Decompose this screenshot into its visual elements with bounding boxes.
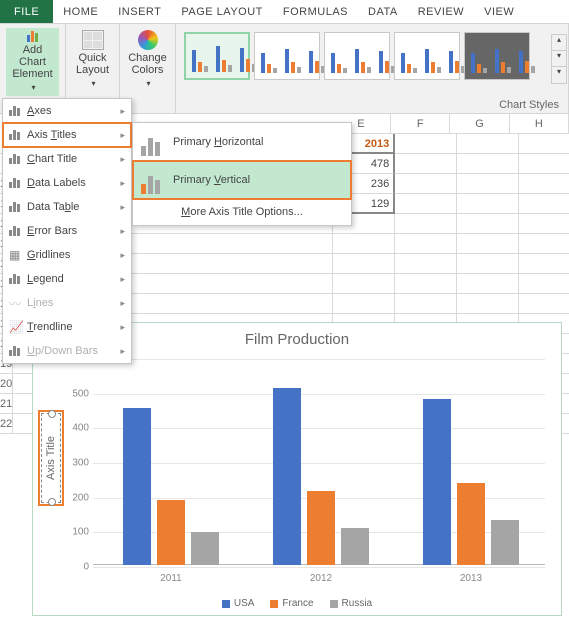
change-colors-button[interactable]: Change Colors ▾ — [124, 28, 171, 92]
submenu-primary-vertical[interactable]: Primary Vertical — [133, 161, 351, 199]
legend-item-France[interactable]: France — [270, 598, 313, 609]
legend-item-USA[interactable]: USA — [222, 598, 255, 609]
y-tick: 300 — [63, 458, 89, 469]
colors-icon — [138, 30, 158, 50]
quick-layout-button[interactable]: Quick Layout ▾ — [72, 28, 113, 92]
bar-France-2013[interactable] — [457, 483, 485, 565]
menu-axes[interactable]: Axes▸ — [3, 99, 131, 123]
file-tab[interactable]: FILE — [0, 0, 53, 23]
bar-France-2011[interactable] — [157, 500, 185, 565]
tab-view[interactable]: VIEW — [474, 0, 524, 23]
chart-style-5[interactable] — [464, 32, 530, 80]
menu-legend[interactable]: Legend▸ — [3, 267, 131, 291]
chart-style-gallery[interactable] — [180, 28, 534, 84]
menu-data-table[interactable]: Data Table▸ — [3, 195, 131, 219]
vertical-axis-title[interactable]: Axis Title — [41, 413, 61, 503]
gallery-down-button[interactable]: ▾ — [552, 51, 566, 67]
tab-insert[interactable]: INSERT — [108, 0, 171, 23]
bar-Russia-2013[interactable] — [491, 520, 519, 565]
chevron-down-icon: ▾ — [31, 82, 35, 94]
tab-data[interactable]: DATA — [358, 0, 408, 23]
menu-axis-titles[interactable]: Axis Titles▸ — [3, 123, 131, 147]
chart-legend[interactable]: USA France Russia — [33, 598, 561, 609]
x-category: 2011 — [160, 573, 182, 584]
add-chart-element-button[interactable]: Add Chart Element ▾ — [6, 28, 59, 96]
bar-USA-2011[interactable] — [123, 408, 151, 565]
chart-object[interactable]: Film Production Axis Title 0100200300400… — [32, 322, 562, 616]
menu-gridlines[interactable]: ▦Gridlines▸ — [3, 243, 131, 267]
chart-style-2[interactable] — [254, 32, 320, 80]
legend-item-Russia[interactable]: Russia — [330, 598, 373, 609]
chart-plot-area[interactable]: 0100200300400500600201120122013 — [93, 359, 545, 565]
submenu-primary-horizontal[interactable]: Primary Horizontal — [133, 123, 351, 161]
bar-USA-2012[interactable] — [273, 388, 301, 565]
tab-page-layout[interactable]: PAGE LAYOUT — [171, 0, 273, 23]
x-category: 2012 — [310, 573, 332, 584]
col-header-g[interactable]: G — [450, 114, 509, 134]
axis-titles-submenu: Primary Horizontal Primary Vertical More… — [132, 122, 352, 226]
bar-Russia-2011[interactable] — [191, 532, 219, 565]
chart-style-4[interactable] — [394, 32, 460, 80]
row-header-20[interactable]: 20 — [0, 374, 13, 394]
chart-style-3[interactable] — [324, 32, 390, 80]
x-category: 2013 — [460, 573, 482, 584]
bar-Russia-2012[interactable] — [341, 528, 369, 565]
col-header-f[interactable]: F — [391, 114, 450, 134]
chart-styles-group-label: Chart Styles — [499, 99, 559, 111]
y-tick: 100 — [63, 527, 89, 538]
chart-style-1[interactable] — [184, 32, 250, 80]
horizontal-axis-icon — [139, 128, 173, 156]
row-header-21[interactable]: 21 — [0, 394, 13, 414]
menu-lines: 〰Lines▸ — [3, 291, 131, 315]
y-tick: 0 — [63, 562, 89, 573]
tab-home[interactable]: HOME — [53, 0, 108, 23]
col-header-h[interactable]: H — [510, 114, 569, 134]
menu-trendline[interactable]: 📈Trendline▸ — [3, 315, 131, 339]
vertical-axis-icon — [139, 166, 173, 194]
menu-updown-bars: Up/Down Bars▸ — [3, 339, 131, 363]
submenu-more-options[interactable]: More Axis Title Options... — [133, 199, 351, 225]
chart-element-icon — [27, 30, 38, 42]
layout-icon — [82, 30, 104, 50]
y-tick: 500 — [63, 388, 89, 399]
bar-France-2012[interactable] — [307, 491, 335, 565]
tab-formulas[interactable]: FORMULAS — [273, 0, 358, 23]
add-chart-element-menu: Axes▸ Axis Titles▸ Chart Title▸ Data Lab… — [2, 98, 132, 364]
ribbon-tabs-bar: FILE HOME INSERT PAGE LAYOUT FORMULAS DA… — [0, 0, 569, 24]
gallery-up-button[interactable]: ▴ — [552, 35, 566, 51]
row-header-22[interactable]: 22 — [0, 414, 13, 434]
tab-review[interactable]: REVIEW — [408, 0, 474, 23]
bar-USA-2013[interactable] — [423, 399, 451, 565]
menu-data-labels[interactable]: Data Labels▸ — [3, 171, 131, 195]
y-tick: 400 — [63, 423, 89, 434]
gallery-more-button[interactable]: ▾ — [552, 67, 566, 83]
menu-error-bars[interactable]: Error Bars▸ — [3, 219, 131, 243]
y-tick: 200 — [63, 492, 89, 503]
menu-chart-title[interactable]: Chart Title▸ — [3, 147, 131, 171]
